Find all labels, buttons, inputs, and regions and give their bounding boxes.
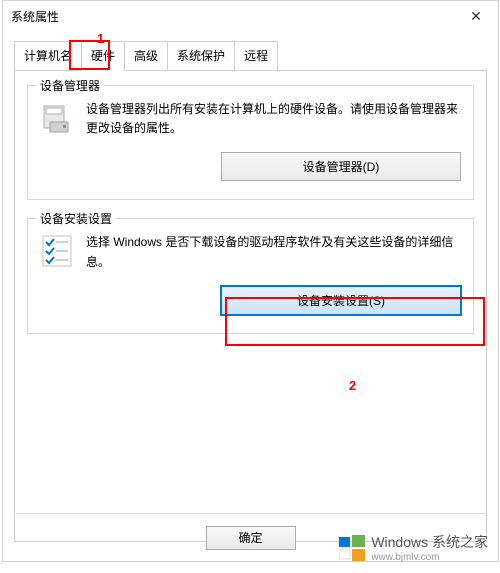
device-manager-button[interactable]: 设备管理器(D): [221, 152, 461, 181]
checklist-icon: [40, 233, 74, 269]
titlebar: 系统属性 ✕: [3, 1, 498, 31]
group-title: 设备安装设置: [36, 210, 116, 227]
tab-content: 设备管理器 设备管理器列出所有安装在计算机上的硬件设备。请使用设备管理器来更改设…: [14, 70, 487, 542]
device-install-group: 设备安装设置 选择 Windows 是否下载设备的驱动程序软件及有关这些设备的详…: [27, 218, 474, 333]
annotation-1: 1: [97, 31, 104, 46]
system-properties-window: 系统属性 ✕ 1 计算机名 硬件 高级 系统保护 远程 设备管理器 设备管理: [2, 0, 499, 562]
device-install-text: 选择 Windows 是否下载设备的驱动程序软件及有关这些设备的详细信息。: [86, 233, 461, 271]
tab-remote[interactable]: 远程: [234, 41, 278, 70]
close-button[interactable]: ✕: [454, 1, 498, 31]
device-manager-group: 设备管理器 设备管理器列出所有安装在计算机上的硬件设备。请使用设备管理器来更改设…: [27, 85, 474, 200]
watermark: Windows 系统之家 www.bjmlv.com: [339, 532, 488, 563]
group-title: 设备管理器: [36, 77, 104, 94]
watermark-text: Windows 系统之家: [371, 532, 488, 552]
tab-advanced[interactable]: 高级: [124, 41, 168, 70]
device-manager-icon: [40, 100, 74, 136]
device-manager-text: 设备管理器列出所有安装在计算机上的硬件设备。请使用设备管理器来更改设备的属性。: [86, 100, 461, 138]
tabs: 计算机名 硬件 高级 系统保护 远程: [14, 41, 487, 70]
device-install-settings-button[interactable]: 设备安装设置(S): [221, 286, 461, 315]
close-icon: ✕: [470, 8, 482, 25]
ok-button[interactable]: 确定: [206, 526, 296, 550]
windows-logo-icon: [339, 535, 365, 561]
tab-system-protection[interactable]: 系统保护: [167, 41, 235, 70]
window-title: 系统属性: [11, 8, 59, 25]
watermark-url: www.bjmlv.com: [371, 552, 488, 563]
tab-computer-name[interactable]: 计算机名: [14, 41, 82, 70]
annotation-2: 2: [349, 378, 356, 393]
